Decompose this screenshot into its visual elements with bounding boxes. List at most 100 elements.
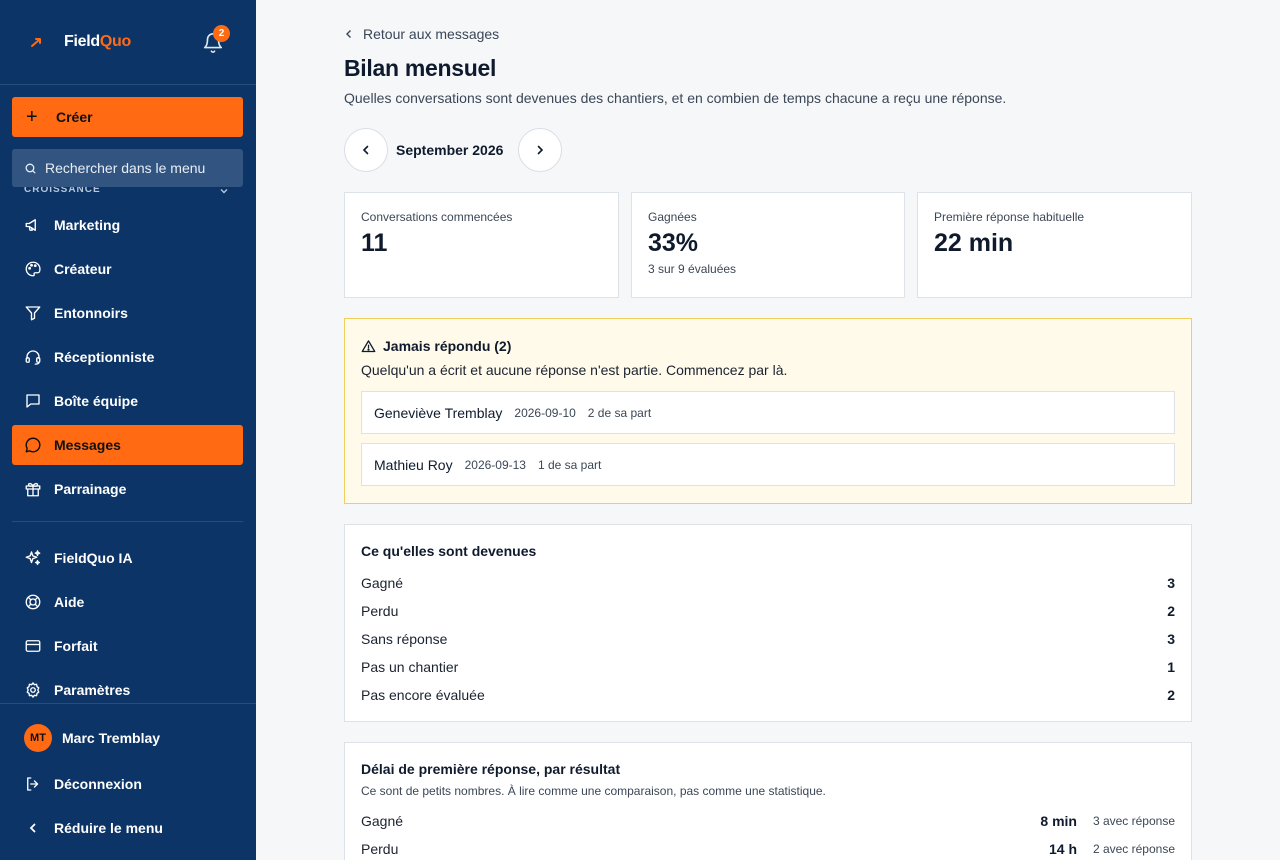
- collapse-label: Réduire le menu: [54, 820, 163, 836]
- credit-card-icon: [24, 637, 42, 655]
- row-value: 2: [1167, 603, 1175, 619]
- create-label: Créer: [56, 109, 93, 125]
- sidebar-item-aide[interactable]: Aide: [12, 582, 243, 622]
- sidebar-item-entonnoirs[interactable]: Entonnoirs: [12, 293, 243, 333]
- stat-label: Première réponse habituelle: [934, 210, 1085, 224]
- row-label: Sans réponse: [361, 631, 448, 647]
- sidebar-item-label: Forfait: [54, 638, 98, 654]
- sidebar: FieldQuo 2 + Créer Rechercher dans le me…: [0, 0, 256, 860]
- stat-value: 11: [361, 229, 388, 257]
- chevron-right-icon: [537, 145, 544, 155]
- table-row: Pas un chantier 1: [361, 657, 1175, 677]
- divider: [12, 521, 243, 522]
- row-meta: 2 avec réponse: [1092, 842, 1175, 856]
- sidebar-item-label: Boîte équipe: [54, 393, 139, 409]
- stat-label: Gagnées: [648, 210, 697, 224]
- alert-title-text: Jamais répondu (2): [383, 338, 512, 354]
- chevron-left-icon: [344, 29, 354, 39]
- row-label: Pas un chantier: [361, 659, 459, 675]
- headset-icon: [24, 348, 42, 366]
- page-title: Bilan mensuel: [344, 55, 497, 81]
- stat-value: 33%: [648, 229, 699, 257]
- megaphone-icon: [24, 216, 42, 234]
- sidebar-item-label: Aide: [54, 594, 85, 610]
- message-count: 1 de sa part: [537, 457, 602, 472]
- sidebar-item-createur[interactable]: Créateur: [12, 249, 243, 289]
- warning-icon: [361, 339, 376, 354]
- back-label: Retour aux messages: [363, 26, 500, 42]
- row-value: 2: [1167, 687, 1175, 703]
- alert-title: Jamais répondu (2): [361, 338, 511, 354]
- row-label: Gagné: [361, 575, 404, 591]
- stat-card-gagnees: Gagnées 33% 3 sur 9 évaluées: [631, 192, 905, 298]
- plus-icon: +: [26, 106, 38, 128]
- sidebar-item-forfait[interactable]: Forfait: [12, 626, 243, 666]
- row-value: 3: [1167, 631, 1175, 647]
- stat-label: Conversations commencées: [361, 210, 513, 224]
- row-label: Pas encore évaluée: [361, 687, 485, 703]
- divider: [0, 84, 256, 85]
- row-meta: 3 avec réponse: [1092, 814, 1175, 828]
- sidebar-item-marketing[interactable]: Marketing: [12, 205, 243, 245]
- row-value: 3: [1167, 575, 1175, 591]
- stat-card-premiere-reponse: Première réponse habituelle 22 min: [917, 192, 1192, 298]
- stat-note: 3 sur 9 évaluées: [648, 262, 737, 276]
- period-label: September 2026: [396, 142, 504, 158]
- sidebar-item-receptionniste[interactable]: Réceptionniste: [12, 337, 243, 377]
- table-row: Gagné 3: [361, 573, 1175, 593]
- row-value: 14 h: [1048, 841, 1077, 857]
- menu-search-input[interactable]: Rechercher dans le menu: [12, 149, 243, 187]
- chevron-left-icon: [362, 145, 369, 155]
- sidebar-item-label: Messages: [54, 437, 121, 453]
- user-name: Marc Tremblay: [62, 730, 161, 746]
- table-row: Perdu 14 h 2 avec réponse: [361, 839, 1175, 859]
- sidebar-item-fieldquo-ia[interactable]: FieldQuo IA: [12, 538, 243, 578]
- contact-date: 2026-09-13: [464, 457, 526, 472]
- sidebar-item-label: Parrainage: [54, 481, 127, 497]
- sidebar-item-label: Paramètres: [54, 682, 131, 698]
- page-subtitle: Quelles conversations sont devenues des …: [344, 90, 1007, 106]
- stat-card-conversations: Conversations commencées 11: [344, 192, 619, 298]
- sidebar-item-boite-equipe[interactable]: Boîte équipe: [12, 381, 243, 421]
- row-label: Perdu: [361, 841, 399, 857]
- lifebuoy-icon: [24, 593, 42, 611]
- alert-text: Quelqu'un a écrit et aucune réponse n'es…: [361, 362, 788, 378]
- sidebar-item-parrainage[interactable]: Parrainage: [12, 469, 243, 509]
- create-button[interactable]: + Créer: [12, 97, 243, 137]
- list-item[interactable]: Mathieu Roy 2026-09-13 1 de sa part: [361, 443, 1175, 486]
- outcomes-card: Ce qu'elles sont devenues Gagné 3 Perdu …: [344, 524, 1192, 722]
- contact-date: 2026-09-10: [514, 405, 576, 420]
- arrow-trend-icon: [24, 28, 52, 56]
- list-item[interactable]: Geneviève Tremblay 2026-09-10 2 de sa pa…: [361, 391, 1175, 434]
- logout-icon: [24, 775, 42, 793]
- funnel-icon: [24, 304, 42, 322]
- search-placeholder: Rechercher dans le menu: [45, 160, 206, 176]
- row-value: 8 min: [1040, 813, 1077, 829]
- sidebar-item-parametres[interactable]: Paramètres: [12, 670, 243, 710]
- table-row: Gagné 8 min 3 avec réponse: [361, 811, 1175, 831]
- chevron-left-icon: [24, 819, 42, 837]
- table-row: Pas encore évaluée 2: [361, 685, 1175, 705]
- divider: [0, 703, 256, 704]
- gear-icon: [24, 681, 42, 699]
- sidebar-item-label: Réceptionniste: [54, 349, 155, 365]
- gift-icon: [24, 480, 42, 498]
- sidebar-item-label: Créateur: [54, 261, 112, 277]
- contact-name: Geneviève Tremblay: [374, 404, 503, 421]
- row-label: Gagné: [361, 813, 404, 829]
- user-profile[interactable]: MT Marc Tremblay: [24, 724, 160, 752]
- next-month-button[interactable]: [518, 128, 562, 172]
- contact-name: Mathieu Roy: [374, 456, 453, 473]
- sidebar-item-label: Marketing: [54, 217, 121, 233]
- period-selector: September 2026: [344, 128, 562, 172]
- logout-button[interactable]: Déconnexion: [12, 764, 243, 804]
- brand-logo[interactable]: FieldQuo: [24, 28, 131, 56]
- table-row: Sans réponse 3: [361, 629, 1175, 649]
- row-value: 1: [1167, 659, 1175, 675]
- sidebar-item-messages[interactable]: Messages: [12, 425, 243, 465]
- previous-month-button[interactable]: [344, 128, 388, 172]
- collapse-menu-button[interactable]: Réduire le menu: [12, 808, 243, 848]
- back-link[interactable]: Retour aux messages: [344, 26, 499, 42]
- table-row: Perdu 2: [361, 601, 1175, 621]
- inbox-icon: [24, 392, 42, 410]
